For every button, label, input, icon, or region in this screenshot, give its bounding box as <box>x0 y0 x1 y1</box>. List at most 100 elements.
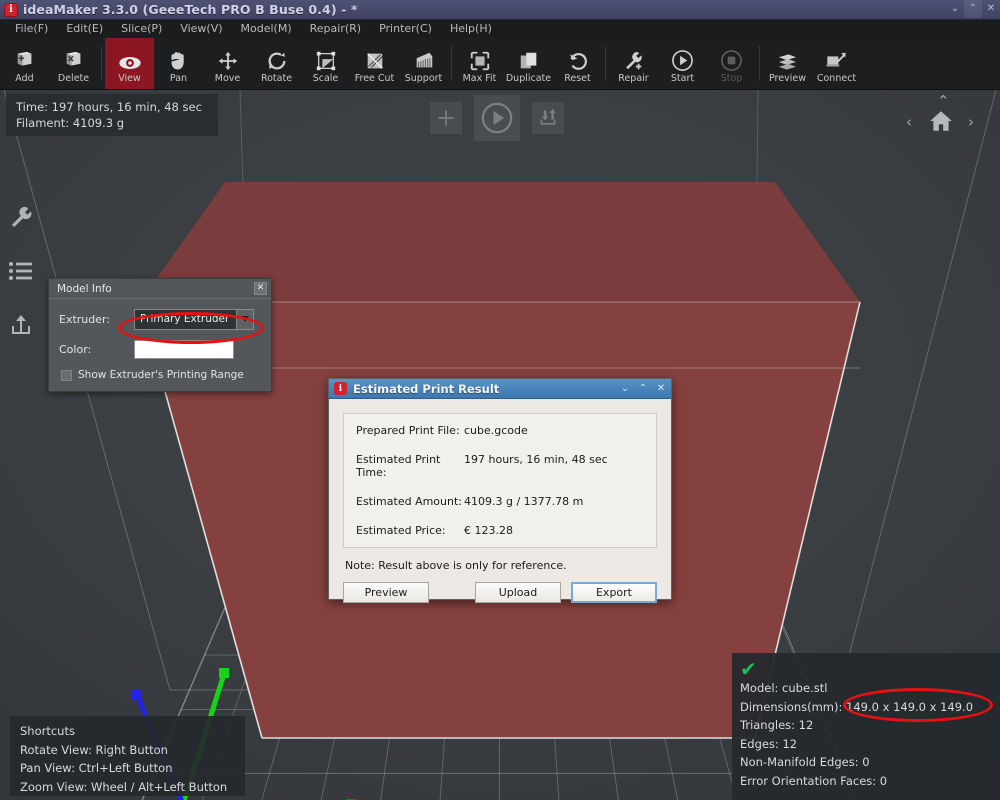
toolbar-label: Rotate <box>260 72 293 84</box>
dialog-info-icon: i <box>334 382 347 395</box>
3d-viewport[interactable]: ✕ Time: 197 hours, 16 min, 48 sec Filame… <box>0 90 1000 800</box>
chevron-down-icon <box>236 309 253 329</box>
nav-right-button[interactable]: › <box>968 115 974 130</box>
ideamaker-window: i ideaMaker 3.3.0 (GeeeTech PRO B Buse 0… <box>0 0 1000 800</box>
shortcut-zoom: Zoom View: Wheel / Alt+Left Button <box>20 779 228 794</box>
toolbar-button-max-fit[interactable]: Max Fit <box>455 38 504 89</box>
result-key: Estimated Print Time: <box>356 453 441 479</box>
toolbar-button-repair[interactable]: Repair <box>609 38 658 89</box>
toolbar-button-rotate[interactable]: Rotate <box>252 38 301 89</box>
toolbar-label: Connect <box>816 72 857 84</box>
minimize-button[interactable]: ⌄ <box>946 0 964 18</box>
maximize-button[interactable]: ⌃ <box>964 0 982 18</box>
stats-line-nonmanifold: Non-Manifold Edges: 0 <box>740 755 870 769</box>
toolbar-label: Duplicate <box>505 72 552 84</box>
add-model-button[interactable] <box>430 102 462 134</box>
main-toolbar: Add Delete View Pan Move Rotate Scale Fr… <box>0 38 1000 90</box>
support-icon <box>413 46 435 72</box>
upload-button[interactable]: Upload <box>475 582 561 603</box>
print-result-group: Prepared Print File: cube.gcode Estimate… <box>343 413 657 548</box>
app-info-icon: i <box>4 2 18 17</box>
nav-left-button[interactable]: ‹ <box>906 115 912 130</box>
model-info-close-icon[interactable]: ✕ <box>254 282 267 295</box>
export-button[interactable] <box>532 102 564 134</box>
menu-help[interactable]: Help(H) <box>441 20 501 38</box>
toolbar-button-connect[interactable]: Connect <box>812 38 861 89</box>
move-arrows-icon <box>217 46 239 72</box>
reset-icon <box>567 46 589 72</box>
result-row-price: Estimated Price: € 123.28 <box>356 524 644 537</box>
show-printing-range-checkbox[interactable] <box>61 369 72 381</box>
close-button[interactable]: ✕ <box>982 0 1000 18</box>
viewport-side-toolstrip <box>0 190 42 352</box>
duplicate-icon <box>518 46 540 72</box>
toolbar-label: Scale <box>312 72 339 84</box>
model-info-title: Model Info <box>57 282 112 295</box>
estimated-print-result-dialog: i Estimated Print Result ⌄ ⌃ ✕ Prepared … <box>328 378 672 603</box>
toolbar-label: Preview <box>769 72 806 84</box>
export-dialog-button[interactable]: Export <box>571 582 657 603</box>
toolbar-button-scale[interactable]: Scale <box>301 38 350 89</box>
model-info-header: Model Info ✕ <box>49 279 271 299</box>
toolbar-separator <box>451 46 452 81</box>
shortcut-rotate: Rotate View: Right Button <box>20 742 168 757</box>
toolbar-button-reset[interactable]: Reset <box>553 38 602 89</box>
nav-up-button[interactable]: ⌃ <box>937 94 950 109</box>
color-swatch[interactable] <box>134 339 234 359</box>
toolbar-button-support[interactable]: Support <box>399 38 448 89</box>
toolbar-button-duplicate[interactable]: Duplicate <box>504 38 553 89</box>
stats-line-model: Model: cube.stl <box>740 681 828 695</box>
plus-icon <box>438 110 454 126</box>
estimate-time-text: Time: 197 hours, 16 min, 48 sec <box>16 100 202 114</box>
result-key: Estimated Price: <box>356 524 446 537</box>
viewport-action-buttons <box>430 95 564 141</box>
toolbar-button-add[interactable]: Add <box>0 38 49 89</box>
delete-cube-icon <box>63 46 85 72</box>
titlebar: i ideaMaker 3.3.0 (GeeeTech PRO B Buse 0… <box>0 0 1000 20</box>
menu-file[interactable]: File(F) <box>6 20 57 38</box>
show-printing-range-row[interactable]: Show Extruder's Printing Range <box>59 367 261 381</box>
extruder-select-value: Primary Extruder <box>140 313 230 325</box>
menu-repair[interactable]: Repair(R) <box>301 20 370 38</box>
settings-wrench-button[interactable] <box>0 190 42 244</box>
dialog-close-button[interactable]: ✕ <box>653 381 669 397</box>
toolbar-button-pan[interactable]: Pan <box>154 38 203 89</box>
play-circle-icon <box>481 102 513 134</box>
home-view-button[interactable] <box>928 108 954 138</box>
dialog-maximize-button[interactable]: ⌃ <box>635 381 651 397</box>
menu-slice[interactable]: Slice(P) <box>112 20 171 38</box>
extruder-select[interactable]: Primary Extruder <box>134 308 254 330</box>
play-icon <box>671 46 694 72</box>
wrench-icon <box>12 206 32 227</box>
result-key: Estimated Amount: <box>356 495 462 508</box>
import-model-button[interactable] <box>0 298 42 352</box>
toolbar-label: Repair <box>618 72 649 84</box>
menu-view[interactable]: View(V) <box>171 20 231 38</box>
extruder-label: Extruder: <box>59 312 111 326</box>
dialog-minimize-button[interactable]: ⌄ <box>617 381 633 397</box>
dialog-buttons: Preview Upload Export <box>329 572 671 603</box>
toolbar-separator <box>605 46 606 81</box>
menu-model[interactable]: Model(M) <box>232 20 301 38</box>
result-value: € 123.28 <box>464 524 513 537</box>
toolbar-button-preview[interactable]: Preview <box>763 38 812 89</box>
layers-icon <box>776 46 799 72</box>
toolbar-button-view[interactable]: View <box>105 38 154 89</box>
model-stats-panel: ✔ Model: cube.stl Dimensions(mm): 149.0 … <box>732 653 1000 800</box>
stats-line-dimensions: Dimensions(mm): 149.0 x 149.0 x 149.0 <box>740 699 974 714</box>
menu-edit[interactable]: Edit(E) <box>57 20 112 38</box>
toolbar-button-move[interactable]: Move <box>203 38 252 89</box>
preview-button[interactable]: Preview <box>343 582 429 603</box>
print-estimate-overlay: Time: 197 hours, 16 min, 48 sec Filament… <box>6 94 218 136</box>
toolbar-button-delete[interactable]: Delete <box>49 38 98 89</box>
model-list-button[interactable] <box>0 244 42 298</box>
toolbar-label: Max Fit <box>462 72 497 84</box>
toolbar-button-start[interactable]: Start <box>658 38 707 89</box>
start-slice-button[interactable] <box>474 95 520 141</box>
toolbar-button-free-cut[interactable]: Free Cut <box>350 38 399 89</box>
rotate-icon <box>266 46 288 72</box>
home-icon <box>930 111 952 131</box>
menu-printer[interactable]: Printer(C) <box>370 20 441 38</box>
shortcuts-panel: Shortcuts Rotate View: Right Button Pan … <box>10 716 245 796</box>
toolbar-label: Stop <box>720 72 743 84</box>
